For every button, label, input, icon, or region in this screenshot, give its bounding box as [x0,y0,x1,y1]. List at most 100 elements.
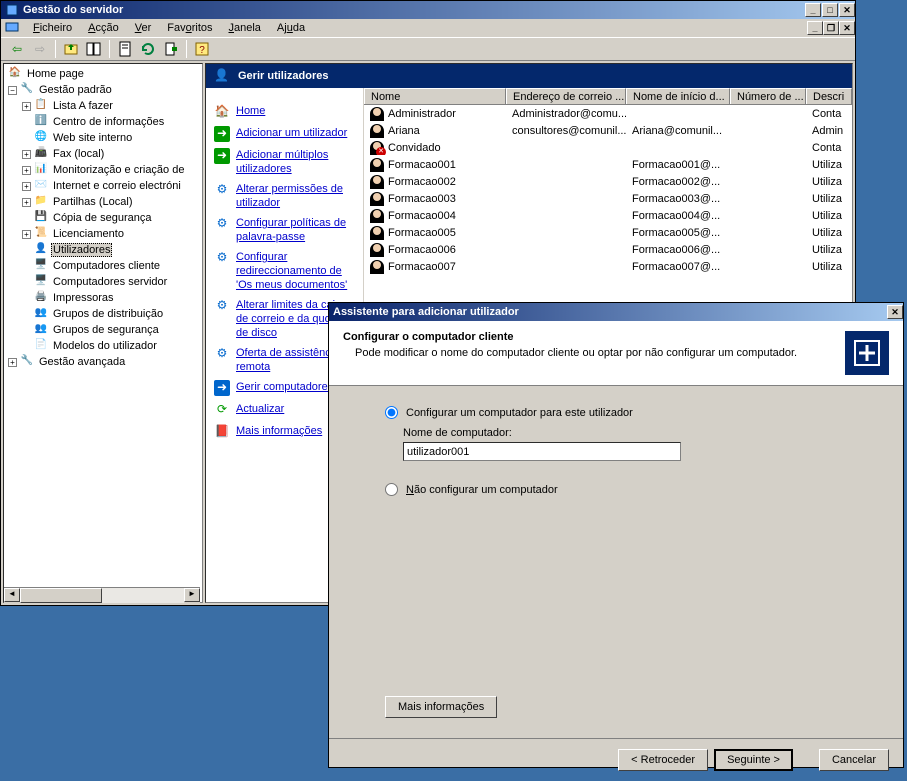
wrench-icon: 🔧 [20,83,34,97]
tree-scrollbar[interactable]: ◄ ► [4,587,200,603]
menu-ver[interactable]: Ver [127,20,160,36]
table-row[interactable]: AdministradorAdministrador@comu...Conta [364,105,852,122]
tree-utilizadores[interactable]: 👤Utilizadores [6,242,200,258]
col-nome[interactable]: Nome [364,88,506,104]
radio-no-configure[interactable]: Não configurar um computador [385,483,847,496]
mdi-restore-button[interactable]: ❐ [823,21,839,35]
tree-modelos-utilizador[interactable]: 📄Modelos do utilizador [6,338,200,354]
scroll-left-button[interactable]: ◄ [4,588,20,602]
tree-partilhas[interactable]: +📁Partilhas (Local) [6,194,200,210]
tree-licenciamento[interactable]: +📜Licenciamento [6,226,200,242]
tree-web-site[interactable]: 🌐Web site interno [6,130,200,146]
refresh-button[interactable] [138,39,158,59]
mdi-minimize-button[interactable]: _ [807,21,823,35]
expand-icon[interactable]: + [22,150,31,159]
user-icon [370,243,384,257]
tree-grupos-seguranca[interactable]: 👥Grupos de segurança [6,322,200,338]
table-row[interactable]: Formacao002Formacao002@...Utiliza [364,173,852,190]
menu-ajuda[interactable]: Ajuda [269,20,313,36]
radio-configure-input[interactable] [385,406,398,419]
task-config-redir[interactable]: ⚙Configurar redireccionamento de 'Os meu… [214,250,355,292]
scroll-thumb[interactable] [20,588,102,603]
back-button[interactable]: ⇦ [7,39,27,59]
tree-gestao-padrao[interactable]: −🔧Gestão padrão [6,82,200,98]
dialog-close-button[interactable]: ✕ [887,305,903,319]
show-hide-button[interactable] [84,39,104,59]
tree-gestao-avancada[interactable]: +🔧Gestão avançada [6,354,200,370]
table-row[interactable]: ConvidadoConta [364,139,852,156]
expand-icon[interactable]: + [22,230,31,239]
col-descri[interactable]: Descri [806,88,852,104]
table-row[interactable]: Formacao001Formacao001@...Utiliza [364,156,852,173]
task-add-user[interactable]: ➜Adicionar um utilizador [214,126,355,142]
tree-centro-info[interactable]: ℹ️Centro de informações [6,114,200,130]
maximize-button[interactable]: □ [822,3,838,17]
close-button[interactable]: ✕ [839,3,855,17]
properties-button[interactable] [115,39,135,59]
expand-icon[interactable]: + [22,182,31,191]
table-row[interactable]: Formacao007Formacao007@...Utiliza [364,258,852,275]
table-row[interactable]: Formacao004Formacao004@...Utiliza [364,207,852,224]
cell-login: Formacao004@... [626,210,730,222]
cell-nome: Formacao004 [388,210,456,222]
dialog-window-title: Assistente para adicionar utilizador [333,306,519,318]
monitor-icon: 📊 [34,163,48,177]
dialog-header: Configurar o computador cliente Pode mod… [329,321,903,386]
radio-no-configure-label: Não configurar um computador [406,484,558,496]
tree-home[interactable]: 🏠Home page [6,66,200,82]
expand-icon[interactable]: + [22,166,31,175]
expand-icon[interactable]: + [22,198,31,207]
task-config-pass[interactable]: ⚙Configurar políticas de palavra-passe [214,216,355,244]
table-row[interactable]: Formacao005Formacao005@...Utiliza [364,224,852,241]
more-info-button[interactable]: Mais informações [385,696,497,718]
mdi-close-button[interactable]: ✕ [839,21,855,35]
task-add-multi[interactable]: ➜Adicionar múltiplos utilizadores [214,148,355,176]
tree-grupos-distribuicao[interactable]: 👥Grupos de distribuição [6,306,200,322]
fax-icon: 📠 [34,147,48,161]
cell-nome: Ariana [388,125,420,137]
expand-icon[interactable]: + [8,358,17,367]
col-numero[interactable]: Número de ... [730,88,806,104]
col-email[interactable]: Endereço de correio ... [506,88,626,104]
up-button[interactable] [61,39,81,59]
menu-ficheiro[interactable]: Ficheiro [25,20,80,36]
radio-no-configure-input[interactable] [385,483,398,496]
tree-computadores-servidor[interactable]: 🖥️Computadores servidor [6,274,200,290]
table-row[interactable]: Formacao006Formacao006@...Utiliza [364,241,852,258]
tree-fax[interactable]: +📠Fax (local) [6,146,200,162]
gear-icon: ⚙ [214,182,230,198]
task-home[interactable]: 🏠Home [214,104,355,120]
radio-configure[interactable]: Configurar um computador para este utili… [385,406,847,419]
wizard-dialog: Assistente para adicionar utilizador ✕ C… [328,302,904,768]
task-change-perms[interactable]: ⚙Alterar permissões de utilizador [214,182,355,210]
cell-descri: Utiliza [806,159,852,171]
minimize-button[interactable]: _ [805,3,821,17]
cell-nome: Formacao003 [388,193,456,205]
tree-monitorizacao[interactable]: +📊Monitorização e criação de [6,162,200,178]
tree-lista-a-fazer[interactable]: +📋Lista A fazer [6,98,200,114]
forward-button[interactable]: ⇨ [30,39,50,59]
computer-name-input[interactable] [403,442,681,461]
toolbar: ⇦ ⇨ ? [1,37,855,61]
tree-impressoras[interactable]: 🖨️Impressoras [6,290,200,306]
col-login[interactable]: Nome de início d... [626,88,730,104]
tree-panel[interactable]: 🏠Home page −🔧Gestão padrão +📋Lista A faz… [3,63,203,603]
menu-accao[interactable]: Acção [80,20,127,36]
list-icon: 📋 [34,99,48,113]
tree-internet-correio[interactable]: +✉️Internet e correio electróni [6,178,200,194]
tree-copia-seguranca[interactable]: 💾Cópia de segurança [6,210,200,226]
expand-icon[interactable]: + [22,102,31,111]
user-icon [370,175,384,189]
menu-janela[interactable]: Janela [221,20,269,36]
users-icon: 👤 [214,68,230,84]
scroll-right-button[interactable]: ► [184,588,200,602]
panel-header: 👤 Gerir utilizadores [206,64,852,88]
menu-favoritos[interactable]: Favoritos [159,20,220,36]
tree-computadores-cliente[interactable]: 🖥️Computadores cliente [6,258,200,274]
table-row[interactable]: Formacao003Formacao003@...Utiliza [364,190,852,207]
collapse-icon[interactable]: − [8,86,17,95]
cell-nome: Formacao006 [388,244,456,256]
export-button[interactable] [161,39,181,59]
help-button[interactable]: ? [192,39,212,59]
table-row[interactable]: Arianaconsultores@comunil...Ariana@comun… [364,122,852,139]
